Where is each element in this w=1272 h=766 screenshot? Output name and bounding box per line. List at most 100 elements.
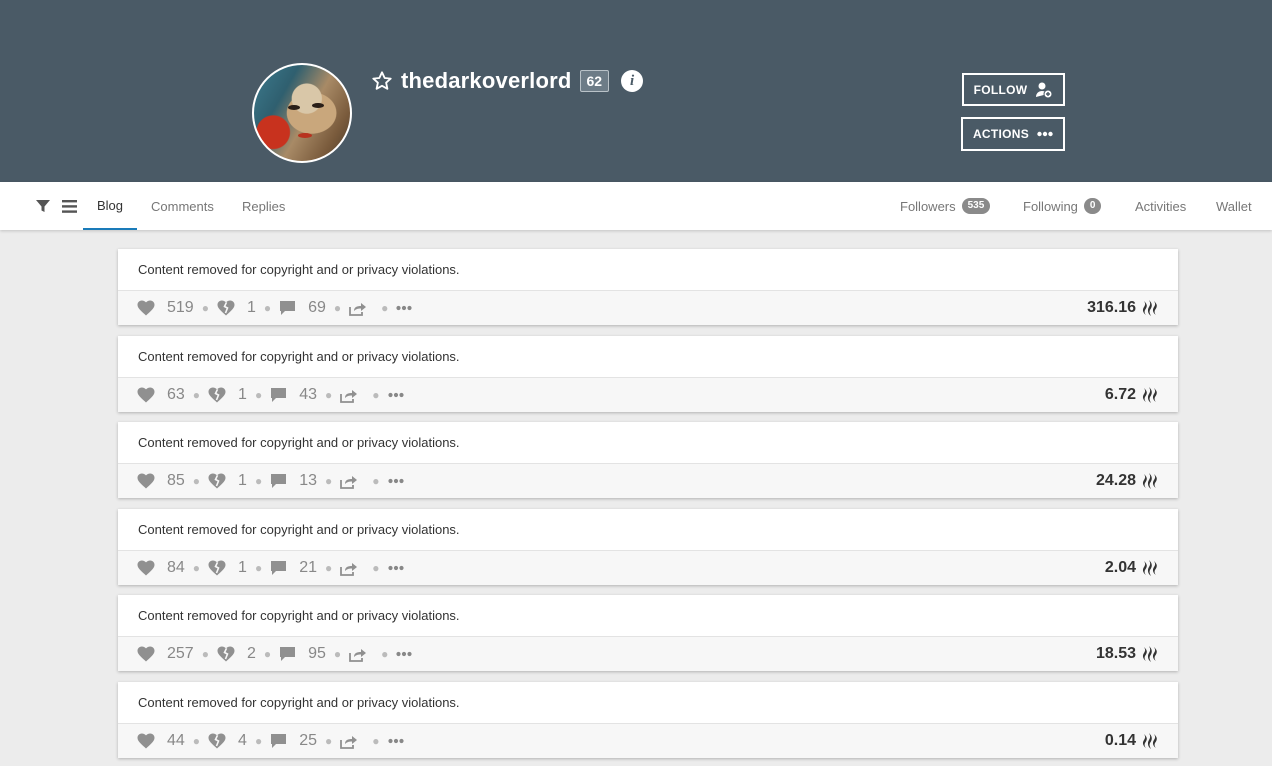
more-icon[interactable]	[387, 738, 404, 744]
downvote-stat[interactable]: 1	[208, 559, 247, 577]
info-icon[interactable]: i	[621, 70, 644, 92]
separator-dot: ●	[372, 734, 380, 748]
comment-count: 21	[299, 559, 317, 576]
downvote-stat[interactable]: 1	[217, 299, 256, 317]
more-icon[interactable]	[387, 392, 404, 398]
upvote-count: 257	[167, 645, 194, 662]
broken-heart-icon[interactable]	[208, 733, 226, 749]
post-body[interactable]: Content removed for copyright and or pri…	[118, 249, 1178, 291]
payout[interactable]: 18.53	[1096, 637, 1160, 671]
post-text: Content removed for copyright and or pri…	[138, 522, 460, 537]
broken-heart-icon[interactable]	[217, 300, 235, 316]
post-body[interactable]: Content removed for copyright and or pri…	[118, 595, 1178, 637]
share-icon[interactable]	[340, 734, 358, 749]
star-icon[interactable]	[371, 70, 393, 92]
heart-icon[interactable]	[137, 387, 155, 403]
downvote-stat[interactable]: 4	[208, 732, 247, 750]
payout[interactable]: 2.04	[1105, 551, 1160, 585]
steem-icon	[1142, 733, 1157, 749]
post-card: Content removed for copyright and or pri…	[118, 249, 1178, 325]
tab-replies[interactable]: Replies	[242, 182, 285, 230]
more-icon[interactable]	[387, 565, 404, 571]
downvote-stat[interactable]: 2	[217, 645, 256, 663]
share-icon[interactable]	[340, 561, 358, 576]
share-icon[interactable]	[340, 388, 358, 403]
comment-icon[interactable]	[279, 646, 296, 662]
upvote-stat[interactable]: 63	[137, 386, 185, 404]
more-icon[interactable]	[396, 651, 413, 657]
steem-icon	[1142, 387, 1157, 403]
post-footer: 519 ● 1 ● 69 ● ● 316.16	[118, 291, 1178, 325]
downvote-stat[interactable]: 1	[208, 386, 247, 404]
comment-stat[interactable]: 13	[270, 472, 317, 490]
tab-wallet[interactable]: Wallet	[1216, 182, 1252, 230]
downvote-stat[interactable]: 1	[208, 472, 247, 490]
separator-dot: ●	[192, 734, 201, 748]
comment-stat[interactable]: 25	[270, 732, 317, 750]
post-body[interactable]: Content removed for copyright and or pri…	[118, 422, 1178, 464]
payout[interactable]: 6.72	[1105, 378, 1160, 412]
post-body[interactable]: Content removed for copyright and or pri…	[118, 336, 1178, 378]
comment-icon[interactable]	[279, 300, 296, 316]
tab-followers[interactable]: Followers 535	[900, 182, 991, 230]
more-icon[interactable]	[387, 478, 404, 484]
broken-heart-icon[interactable]	[208, 473, 226, 489]
separator-dot: ●	[372, 388, 380, 402]
separator-dot: ●	[325, 474, 333, 488]
upvote-stat[interactable]: 44	[137, 732, 185, 750]
separator-dot: ●	[381, 647, 389, 661]
upvote-stat[interactable]: 519	[137, 299, 194, 317]
separator-dot: ●	[192, 388, 201, 402]
share-icon[interactable]	[340, 474, 358, 489]
avatar[interactable]	[252, 63, 352, 163]
comment-stat[interactable]: 21	[270, 559, 317, 577]
upvote-stat[interactable]: 85	[137, 472, 185, 490]
broken-heart-icon[interactable]	[208, 560, 226, 576]
upvote-count: 519	[167, 299, 194, 316]
username-row: thedarkoverlord 62 i	[371, 66, 644, 96]
filter-icon[interactable]	[36, 199, 50, 213]
payout[interactable]: 0.14	[1105, 724, 1160, 758]
share-icon[interactable]	[349, 647, 367, 662]
separator-dot: ●	[372, 474, 380, 488]
heart-icon[interactable]	[137, 646, 155, 662]
post-body[interactable]: Content removed for copyright and or pri…	[118, 682, 1178, 724]
share-icon[interactable]	[349, 301, 367, 316]
downvote-count: 1	[238, 559, 247, 576]
heart-icon[interactable]	[137, 300, 155, 316]
comment-stat[interactable]: 95	[279, 645, 326, 663]
heart-icon[interactable]	[137, 560, 155, 576]
steem-icon	[1142, 560, 1157, 576]
tab-following[interactable]: Following 0	[1023, 182, 1102, 230]
tab-activities[interactable]: Activities	[1135, 182, 1186, 230]
heart-icon[interactable]	[137, 733, 155, 749]
comment-icon[interactable]	[270, 560, 287, 576]
list-view-icon[interactable]	[62, 200, 77, 213]
payout[interactable]: 24.28	[1096, 464, 1160, 498]
heart-icon[interactable]	[137, 473, 155, 489]
comment-stat[interactable]: 43	[270, 386, 317, 404]
comment-stat[interactable]: 69	[279, 299, 326, 317]
post-body[interactable]: Content removed for copyright and or pri…	[118, 509, 1178, 551]
separator-dot: ●	[192, 474, 201, 488]
separator-dot: ●	[263, 647, 272, 661]
post-card: Content removed for copyright and or pri…	[118, 336, 1178, 412]
comment-count: 95	[308, 645, 326, 662]
follow-button[interactable]: FOLLOW	[962, 73, 1065, 106]
tab-comments[interactable]: Comments	[151, 182, 214, 230]
more-icon	[1037, 131, 1053, 137]
tab-blog[interactable]: Blog	[83, 182, 137, 230]
broken-heart-icon[interactable]	[217, 646, 235, 662]
upvote-stat[interactable]: 257	[137, 645, 194, 663]
upvote-stat[interactable]: 84	[137, 559, 185, 577]
payout[interactable]: 316.16	[1087, 291, 1160, 325]
upvote-count: 44	[167, 732, 185, 749]
comment-icon[interactable]	[270, 733, 287, 749]
broken-heart-icon[interactable]	[208, 387, 226, 403]
post-card: Content removed for copyright and or pri…	[118, 682, 1178, 758]
more-icon[interactable]	[396, 305, 413, 311]
comment-icon[interactable]	[270, 473, 287, 489]
actions-button[interactable]: ACTIONS	[961, 117, 1065, 151]
comment-icon[interactable]	[270, 387, 287, 403]
post-card: Content removed for copyright and or pri…	[118, 509, 1178, 585]
